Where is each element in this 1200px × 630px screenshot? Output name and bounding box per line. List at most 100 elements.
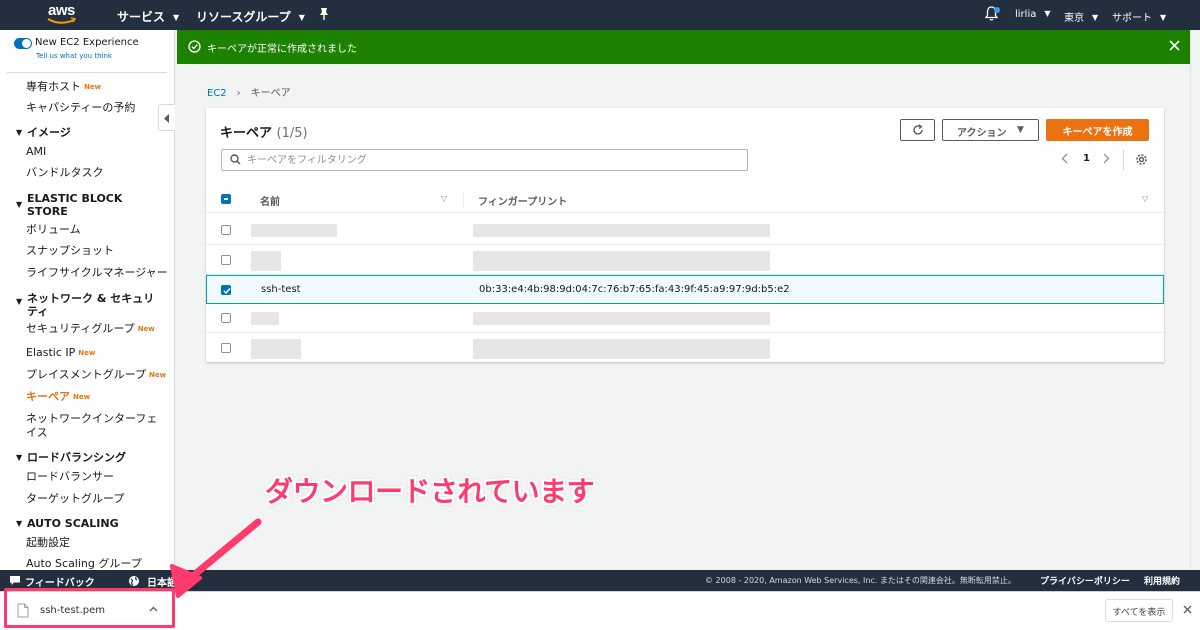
sort-icon[interactable]: ▽ xyxy=(441,194,447,203)
sidebar-item-placement-groups[interactable]: プレイスメントグループ New xyxy=(26,368,166,382)
notifications-bell-icon[interactable] xyxy=(984,6,1000,24)
row-checkbox[interactable] xyxy=(221,225,231,235)
pager-divider xyxy=(1123,150,1124,170)
annotation-highlight-box xyxy=(4,588,175,628)
filter-input[interactable] xyxy=(247,153,737,167)
column-header-name[interactable]: 名前 xyxy=(260,193,280,208)
region-menu[interactable]: 東京 ▼ xyxy=(1064,9,1098,24)
resource-groups-menu[interactable]: リソースグループ ▼ xyxy=(196,8,305,25)
account-menu[interactable]: lirlia ▼ xyxy=(1015,9,1051,20)
key-pair-fingerprint: 0b:33:e4:4b:98:9d:04:7c:76:b7:65:fa:43:9… xyxy=(479,284,790,295)
sidebar-item-key-pairs[interactable]: キーペア New xyxy=(26,390,90,404)
sidebar-section-ebs[interactable]: ▼ ELASTIC BLOCK STORE xyxy=(16,192,146,218)
sort-icon[interactable]: ▽ xyxy=(1142,194,1148,203)
select-all-checkbox[interactable] xyxy=(221,194,231,204)
chevron-down-icon: ▼ xyxy=(298,13,305,22)
speech-bubble-icon xyxy=(10,576,20,585)
sidebar-section-images[interactable]: ▼ イメージ xyxy=(16,126,71,139)
sidebar-item-network-interfaces[interactable]: ネットワークインターフェイス xyxy=(26,412,166,440)
support-menu[interactable]: サポート ▼ xyxy=(1112,9,1166,24)
table-row[interactable] xyxy=(206,246,1164,275)
chevron-right-icon: › xyxy=(236,88,241,99)
refresh-button[interactable] xyxy=(900,119,935,141)
chevron-right-icon[interactable] xyxy=(1103,153,1110,164)
chevron-down-icon: ▼ xyxy=(173,13,180,22)
sidebar-item-bundle-tasks[interactable]: バンドルタスク xyxy=(26,166,104,180)
redacted-name xyxy=(251,251,281,271)
close-icon[interactable] xyxy=(1183,605,1192,614)
sidebar-item-capacity-reservations[interactable]: キャパシティーの予約 xyxy=(26,101,135,115)
language-selector[interactable]: 日本語 xyxy=(147,574,177,589)
pin-icon[interactable] xyxy=(318,7,330,24)
new-badge: New xyxy=(149,371,167,379)
caret-down-icon: ▼ xyxy=(16,519,23,528)
check-icon xyxy=(223,288,231,295)
chevron-down-icon: ▼ xyxy=(1044,9,1051,18)
breadcrumb-ec2[interactable]: EC2 xyxy=(207,88,227,99)
sidebar-section-auto-scaling[interactable]: ▼ AUTO SCALING xyxy=(16,517,119,530)
redacted-fingerprint xyxy=(473,339,770,359)
column-header-fingerprint[interactable]: フィンガープリント xyxy=(478,193,567,208)
new-badge: New xyxy=(73,393,91,401)
new-badge: New xyxy=(78,349,96,357)
redacted-name xyxy=(251,224,337,237)
page-scrollbar[interactable] xyxy=(1190,30,1200,570)
caret-down-icon: ▼ xyxy=(16,453,23,462)
sidebar-item-volumes[interactable]: ボリューム xyxy=(26,223,81,237)
panel-title: キーペア (1/5) xyxy=(220,126,308,141)
new-experience-toggle[interactable] xyxy=(14,38,32,49)
sidebar-item-ami[interactable]: AMI xyxy=(26,145,46,159)
sidebar-item-lifecycle-manager[interactable]: ライフサイクルマネージャー xyxy=(26,266,168,280)
table-row[interactable] xyxy=(206,216,1164,245)
actions-dropdown-button[interactable]: アクション ▼ xyxy=(942,119,1039,141)
table-row[interactable] xyxy=(206,304,1164,333)
row-checkbox[interactable] xyxy=(221,343,231,353)
caret-down-icon: ▼ xyxy=(16,297,23,306)
table-row[interactable] xyxy=(206,334,1164,363)
sidebar-section-load-balancing[interactable]: ▼ ロードバランシング xyxy=(16,451,126,464)
sidebar-collapse-button[interactable] xyxy=(158,104,175,131)
caret-down-icon: ▼ xyxy=(16,128,23,137)
sidebar-item-dedicated-hosts[interactable]: 専有ホスト New xyxy=(26,80,101,94)
terms-link[interactable]: 利用規約 xyxy=(1144,574,1180,587)
breadcrumb-current: キーペア xyxy=(250,88,291,99)
row-checkbox[interactable] xyxy=(221,313,231,323)
sidebar-item-security-groups[interactable]: セキュリティグループ New xyxy=(26,322,155,336)
refresh-icon xyxy=(913,124,923,135)
create-key-pair-button[interactable]: キーペアを作成 xyxy=(1046,119,1149,141)
column-divider xyxy=(463,191,464,207)
privacy-policy-link[interactable]: プライバシーポリシー xyxy=(1040,574,1130,587)
sidebar-item-target-groups[interactable]: ターゲットグループ xyxy=(26,492,124,506)
sidebar-item-auto-scaling-groups[interactable]: Auto Scaling グループ xyxy=(26,557,142,570)
current-page[interactable]: 1 xyxy=(1083,153,1090,164)
gear-icon[interactable] xyxy=(1135,153,1148,166)
sidebar-divider xyxy=(7,72,167,73)
new-experience-label: New EC2 Experience xyxy=(35,37,139,48)
row-checkbox-checked[interactable] xyxy=(221,285,231,295)
sidebar-section-network-security[interactable]: ▼ ネットワーク & セキュリティ xyxy=(16,292,156,318)
copyright-text: © 2008 - 2020, Amazon Web Services, Inc.… xyxy=(705,576,1016,585)
success-flashbar: キーペアが正常に作成されました xyxy=(177,30,1190,64)
selection-count: (1/5) xyxy=(276,126,308,141)
flash-message: キーペアが正常に作成されました xyxy=(207,44,357,55)
key-pair-name: ssh-test xyxy=(261,284,301,295)
sidebar-item-snapshots[interactable]: スナップショット xyxy=(26,244,114,258)
sidebar-item-load-balancers[interactable]: ロードバランサー xyxy=(26,470,114,484)
chevron-down-icon: ▼ xyxy=(1160,13,1167,22)
console-footer: フィードバック 日本語 © 2008 - 2020, Amazon Web Se… xyxy=(0,570,1200,591)
services-menu[interactable]: サービス ▼ xyxy=(117,8,179,25)
table-row-selected[interactable]: ssh-test 0b:33:e4:4b:98:9d:04:7c:76:b7:6… xyxy=(206,275,1164,304)
sidebar: New EC2 Experience Tell us what you thin… xyxy=(0,30,175,570)
close-icon[interactable] xyxy=(1169,40,1180,51)
caret-left-icon xyxy=(164,114,169,123)
sidebar-item-elastic-ip[interactable]: Elastic IP New xyxy=(26,346,95,360)
sidebar-item-launch-configurations[interactable]: 起動設定 xyxy=(26,536,70,550)
chevron-left-icon[interactable] xyxy=(1061,153,1068,164)
caret-down-icon: ▼ xyxy=(1017,125,1024,135)
show-all-downloads-button[interactable]: すべてを表示 xyxy=(1105,599,1173,622)
key-pairs-table-panel: キーペア (1/5) アクション▼ キーペアを作成 1 名前 ▽ フィンガープリ… xyxy=(206,108,1164,362)
feedback-link[interactable]: フィードバック xyxy=(25,574,95,589)
feedback-link[interactable]: Tell us what you think xyxy=(36,52,112,60)
aws-logo[interactable]: aws xyxy=(46,2,80,26)
row-checkbox[interactable] xyxy=(221,255,231,265)
